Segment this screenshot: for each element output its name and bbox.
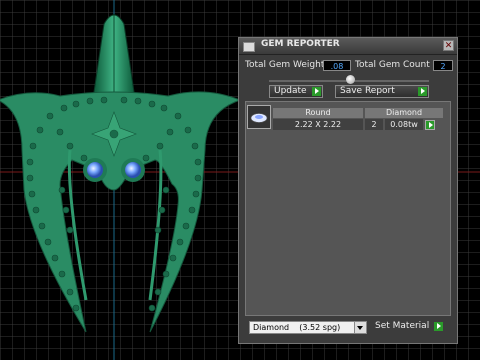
diamond-icon [250, 113, 268, 123]
window-icon [243, 42, 255, 52]
material-header: Diamond [365, 108, 443, 118]
panel-titlebar[interactable]: GEM REPORTER ✕ [239, 38, 457, 55]
dropdown-arrow-icon[interactable] [354, 322, 366, 333]
total-gem-count-label: Total Gem Count [355, 60, 430, 70]
close-icon[interactable]: ✕ [443, 40, 454, 51]
update-label: Update [274, 86, 307, 96]
material-select[interactable]: Diamond (3.52 spg) [249, 321, 367, 334]
set-material-button[interactable]: Set Material [375, 321, 445, 334]
material-select-value: Diamond (3.52 spg) [253, 323, 341, 332]
go-arrow-icon [434, 322, 443, 331]
gem-list-item[interactable]: Round Diamond 2.22 X 2.22 2 0.08tw [247, 105, 443, 131]
gem-weight: 0.08tw [385, 119, 423, 130]
save-report-label: Save Report [340, 86, 395, 96]
go-arrow-icon [312, 87, 321, 96]
gem-size: 2.22 X 2.22 [273, 119, 363, 130]
update-button[interactable]: Update [269, 85, 323, 98]
save-report-button[interactable]: Save Report [335, 85, 429, 98]
gem-count: 2 [365, 119, 383, 130]
total-gem-weight-value: .08 [323, 60, 351, 71]
gem-list: Round Diamond 2.22 X 2.22 2 0.08tw [245, 101, 451, 316]
set-material-label: Set Material [375, 321, 430, 331]
total-gem-count-value: 2 [433, 60, 453, 71]
total-gem-weight-label: Total Gem Weight [245, 60, 325, 70]
panel-title: GEM REPORTER [261, 39, 340, 49]
go-arrow-icon [418, 87, 427, 96]
slider-thumb[interactable] [346, 75, 355, 84]
shape-header: Round [273, 108, 363, 118]
gem-reporter-panel: GEM REPORTER ✕ Total Gem Weight .08 Tota… [238, 37, 458, 344]
go-arrow-icon[interactable] [425, 120, 435, 130]
gem-thumbnail-icon[interactable] [247, 105, 271, 129]
